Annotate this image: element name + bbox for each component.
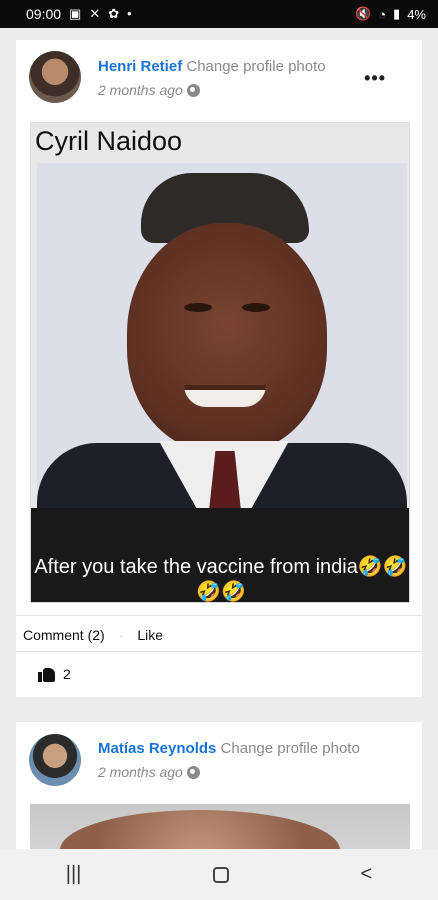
post-card: Henri Retief Change profile photo 2 mont… [16, 40, 422, 697]
meme-photo [37, 163, 407, 508]
post-action: Change profile photo [220, 740, 360, 757]
thumbs-up-icon [38, 667, 55, 682]
post-action: Change profile photo [186, 58, 326, 75]
face-shape [127, 223, 327, 453]
notification-dot-icon: • [127, 6, 132, 21]
left-eye-shape [184, 303, 212, 312]
back-button[interactable]: < [361, 863, 373, 886]
comment-link[interactable]: Comment (2) [23, 627, 105, 643]
status-left-icons: ▣ ✕ ✿ • [69, 6, 132, 22]
author-name[interactable]: Matías Reynolds [98, 740, 216, 757]
meme-title: Cyril Naidoo [35, 126, 183, 156]
separator: · [118, 627, 124, 643]
post-header: Matías Reynolds Change profile photo [98, 740, 360, 757]
status-bar: 09:00 ▣ ✕ ✿ • 🔇 ◔ ▮ 4% [0, 0, 438, 28]
post-header: Henri Retief Change profile photo [98, 58, 326, 75]
post-image[interactable]: Cyril Naidoo After you take the vaccine … [30, 122, 410, 603]
like-summary[interactable]: 2 [38, 666, 71, 682]
avatar[interactable] [29, 51, 81, 103]
author-name[interactable]: Henri Retief [98, 58, 182, 75]
battery-percent: 4% [407, 6, 426, 22]
divider [16, 615, 422, 616]
post-actions: Comment (2) · Like [23, 627, 163, 643]
right-eye-shape [242, 303, 270, 312]
gallery-icon: ▣ [69, 6, 82, 21]
globe-icon [186, 765, 200, 779]
globe-icon [186, 83, 200, 97]
like-count: 2 [63, 666, 71, 682]
status-right-icons: 🔇 ◔ ▮ 4% [355, 6, 426, 22]
post-time-row: 2 months ago [98, 764, 200, 780]
status-time: 09:00 [26, 6, 62, 22]
system-nav-bar: ||| < [0, 849, 438, 900]
signal-icon: ▮ [393, 6, 401, 21]
meme-caption: After you take the vaccine from india🤣🤣🤣… [34, 556, 408, 603]
post-time: 2 months ago [98, 82, 183, 98]
tools-icon: ✕ [89, 6, 101, 21]
like-link[interactable]: Like [137, 627, 163, 643]
divider [16, 651, 422, 652]
smile-shape [184, 385, 266, 407]
app-icon: ✿ [108, 6, 120, 21]
avatar[interactable] [29, 734, 81, 786]
wifi-icon: ◔ [378, 6, 387, 22]
home-button[interactable] [212, 866, 229, 883]
mute-icon: 🔇 [355, 6, 372, 21]
more-options-button[interactable]: ••• [364, 68, 386, 89]
post-time: 2 months ago [98, 764, 183, 780]
recent-apps-button[interactable]: ||| [66, 863, 82, 886]
post-card: Matías Reynolds Change profile photo 2 m… [16, 722, 422, 862]
post-time-row: 2 months ago [98, 82, 200, 98]
